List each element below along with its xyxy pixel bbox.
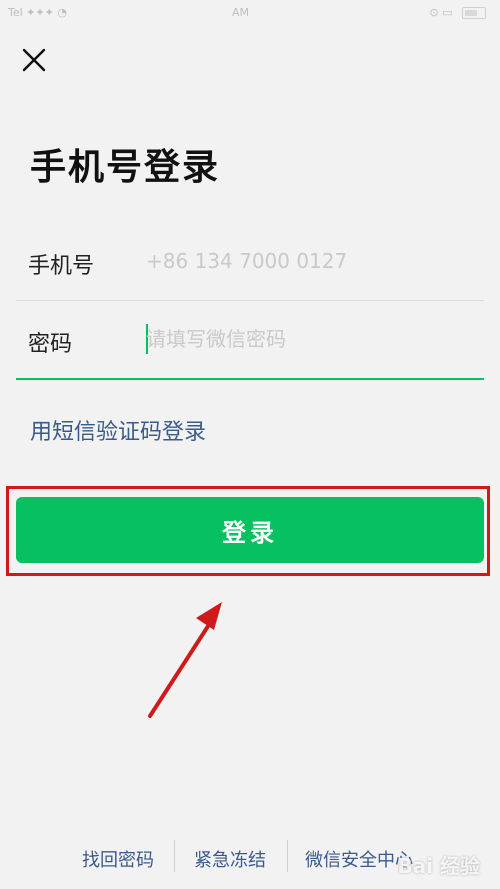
status-right-text: ⊙ ▭ xyxy=(429,6,453,19)
footer-link-retrieve-password[interactable]: 找回密码 xyxy=(82,846,154,872)
battery-icon xyxy=(462,7,486,19)
password-field-row: 密码 xyxy=(16,302,484,380)
status-time: AM xyxy=(232,6,250,19)
page-title: 手机号登录 xyxy=(30,147,221,188)
password-input[interactable] xyxy=(146,322,466,356)
status-bar: Tel ✦✦✦ ◔ AM ⊙ ▭ xyxy=(0,0,500,28)
phone-input[interactable] xyxy=(146,244,466,278)
sms-login-link[interactable]: 用短信验证码登录 xyxy=(30,414,206,446)
footer-link-emergency-freeze[interactable]: 紧急冻结 xyxy=(194,846,266,872)
phone-field-row: 手机号 xyxy=(16,224,484,301)
carrier-signal: Tel ✦✦✦ ◔ xyxy=(8,6,67,19)
baidu-watermark: Bai 经验 xyxy=(397,854,480,878)
status-icons: ⊙ ▭ xyxy=(429,6,486,19)
footer-divider xyxy=(287,840,288,872)
footer-divider xyxy=(174,840,175,872)
password-label: 密码 xyxy=(28,332,73,357)
phone-label: 手机号 xyxy=(28,254,95,279)
login-button[interactable]: 登录 xyxy=(16,497,484,563)
close-button[interactable] xyxy=(18,44,50,76)
close-icon xyxy=(22,48,46,72)
